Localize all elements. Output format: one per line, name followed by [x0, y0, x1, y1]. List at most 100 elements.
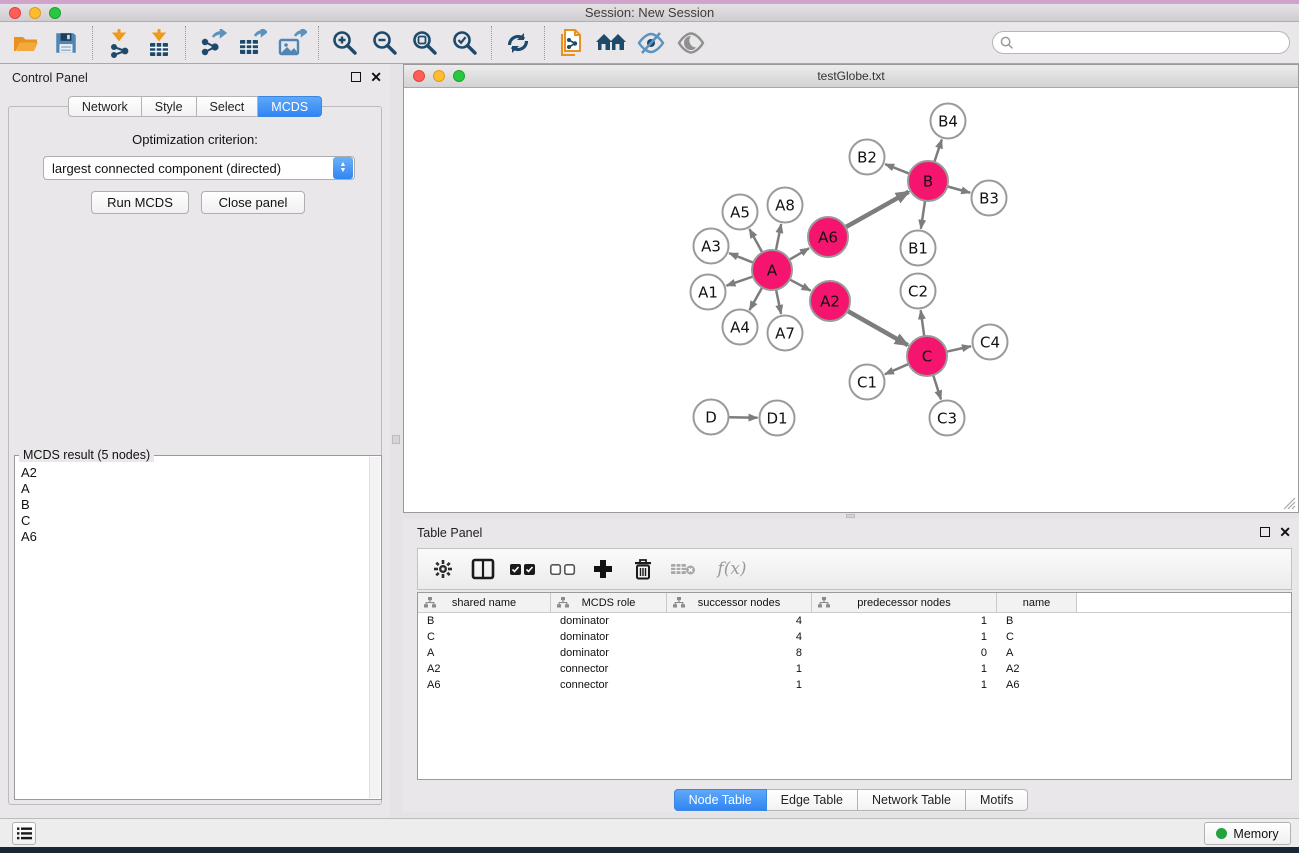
show-graphics-details-icon[interactable]: [674, 26, 708, 60]
edge-C-C4[interactable]: [947, 346, 971, 351]
node-label: B2: [857, 149, 877, 167]
import-network-icon[interactable]: [102, 26, 136, 60]
column-header-MCDS-role[interactable]: MCDS role: [551, 593, 667, 612]
network-graph[interactable]: B4B2BB3A5A8A6A3B1AA1C2A2A4A7C4CC1C3DD1: [404, 88, 1298, 512]
table-row[interactable]: Cdominator41C: [418, 629, 1291, 645]
close-panel-button[interactable]: Close panel: [201, 191, 305, 214]
zoom-selected-icon[interactable]: [448, 26, 482, 60]
edge-C-C2[interactable]: [921, 310, 925, 336]
float-panel-icon[interactable]: [1260, 527, 1270, 537]
tab-motifs[interactable]: Motifs: [966, 789, 1028, 811]
table-cell: 1: [812, 631, 997, 643]
column-header-label: predecessor nodes: [857, 597, 951, 609]
splitter-handle[interactable]: [392, 435, 400, 444]
add-column-icon[interactable]: [590, 554, 616, 584]
edge-A-A4[interactable]: [750, 287, 763, 310]
tab-network-table[interactable]: Network Table: [858, 789, 966, 811]
node-label: A: [767, 262, 778, 280]
result-list-item[interactable]: A: [21, 481, 368, 497]
tab-node-table[interactable]: Node Table: [674, 789, 767, 811]
table-cell: 1: [812, 679, 997, 691]
edge-A-A3[interactable]: [729, 253, 753, 263]
control-panel: Control Panel ✕ NetworkStyleSelectMCDS O…: [0, 64, 390, 818]
delete-table-icon[interactable]: [670, 554, 696, 584]
tab-edge-table[interactable]: Edge Table: [767, 789, 858, 811]
import-table-icon[interactable]: [142, 26, 176, 60]
mcds-result-list[interactable]: A2ABCA6: [17, 465, 368, 797]
resize-grip-icon[interactable]: [1283, 497, 1296, 510]
column-header-name[interactable]: name: [997, 593, 1077, 612]
vertical-splitter[interactable]: [390, 64, 403, 818]
table-row[interactable]: A2connector11A2: [418, 661, 1291, 677]
table-cell: 0: [812, 647, 997, 659]
node-table[interactable]: shared name MCDS role successor nodes prede…: [417, 592, 1292, 780]
table-cell: connector: [551, 679, 667, 691]
column-header-shared-name[interactable]: shared name: [418, 593, 551, 612]
select-all-check-icon[interactable]: [510, 554, 536, 584]
export-table-icon[interactable]: [235, 26, 269, 60]
edge-A-A5[interactable]: [749, 229, 762, 252]
column-header-predecessor-nodes[interactable]: predecessor nodes: [812, 593, 997, 612]
search-field[interactable]: [992, 31, 1290, 54]
float-panel-icon[interactable]: [351, 72, 361, 82]
edge-C-C3[interactable]: [933, 375, 941, 399]
result-list-item[interactable]: C: [21, 513, 368, 529]
column-header-label: MCDS role: [582, 597, 636, 609]
refresh-icon[interactable]: [501, 26, 535, 60]
deselect-all-check-icon[interactable]: [550, 554, 576, 584]
column-header-successor-nodes[interactable]: successor nodes: [667, 593, 812, 612]
edge-A-A6[interactable]: [789, 248, 809, 260]
tab-style[interactable]: Style: [142, 96, 197, 117]
edge-B-B3[interactable]: [947, 186, 970, 192]
edge-B-B2[interactable]: [885, 164, 909, 174]
table-row[interactable]: Adominator80A: [418, 645, 1291, 661]
task-history-button[interactable]: [12, 822, 36, 845]
edge-B-B1[interactable]: [921, 201, 925, 229]
gear-icon[interactable]: [430, 554, 456, 584]
search-input[interactable]: [1014, 32, 1289, 53]
table-cell: 4: [667, 631, 812, 643]
table-row[interactable]: Bdominator41B: [418, 613, 1291, 629]
edge-C-C1[interactable]: [885, 364, 909, 374]
network-view-window: testGlobe.txt B4B2BB3A5A8A6A3B1AA1C2A2A4…: [403, 64, 1299, 513]
tab-select[interactable]: Select: [197, 96, 259, 117]
result-list-item[interactable]: A2: [21, 465, 368, 481]
result-scrollbar[interactable]: [369, 457, 380, 798]
tab-mcds[interactable]: MCDS: [258, 96, 322, 117]
memory-button[interactable]: Memory: [1204, 822, 1291, 845]
function-builder-icon[interactable]: f(x): [717, 559, 746, 579]
edge-A-A1[interactable]: [726, 277, 753, 286]
result-list-item[interactable]: B: [21, 497, 368, 513]
network-window-titlebar[interactable]: testGlobe.txt: [404, 65, 1298, 88]
zoom-fit-icon[interactable]: [408, 26, 442, 60]
export-image-icon[interactable]: [275, 26, 309, 60]
run-mcds-button[interactable]: Run MCDS: [91, 191, 189, 214]
export-network-icon[interactable]: [195, 26, 229, 60]
open-session-icon[interactable]: [9, 26, 43, 60]
edge-A6-B[interactable]: [845, 192, 908, 227]
network-canvas[interactable]: B4B2BB3A5A8A6A3B1AA1C2A2A4A7C4CC1C3DD1: [404, 88, 1298, 512]
table-row[interactable]: A6connector11A6: [418, 677, 1291, 693]
edge-A2-C[interactable]: [847, 311, 907, 345]
save-session-icon[interactable]: [49, 26, 83, 60]
close-panel-icon[interactable]: ✕: [370, 72, 382, 82]
edge-A-A7[interactable]: [776, 290, 781, 314]
zoom-in-icon[interactable]: [328, 26, 362, 60]
delete-column-icon[interactable]: [630, 554, 656, 584]
table-panel: Table Panel ✕: [403, 519, 1299, 812]
result-list-item[interactable]: A6: [21, 529, 368, 545]
home-network-icon[interactable]: [594, 26, 628, 60]
splitter-handle[interactable]: [846, 514, 855, 518]
clone-network-icon[interactable]: [554, 26, 588, 60]
edge-A-A8[interactable]: [776, 224, 781, 250]
node-label: B1: [908, 240, 928, 258]
edge-B-B4[interactable]: [934, 139, 942, 162]
memory-label: Memory: [1233, 827, 1278, 841]
close-panel-icon[interactable]: ✕: [1279, 527, 1291, 537]
criterion-dropdown[interactable]: largest connected component (directed) ▲…: [43, 156, 355, 180]
edge-A-A2[interactable]: [790, 279, 811, 290]
split-columns-icon[interactable]: [470, 554, 496, 584]
zoom-out-icon[interactable]: [368, 26, 402, 60]
tab-network[interactable]: Network: [68, 96, 142, 117]
hide-unselected-icon[interactable]: [634, 26, 668, 60]
